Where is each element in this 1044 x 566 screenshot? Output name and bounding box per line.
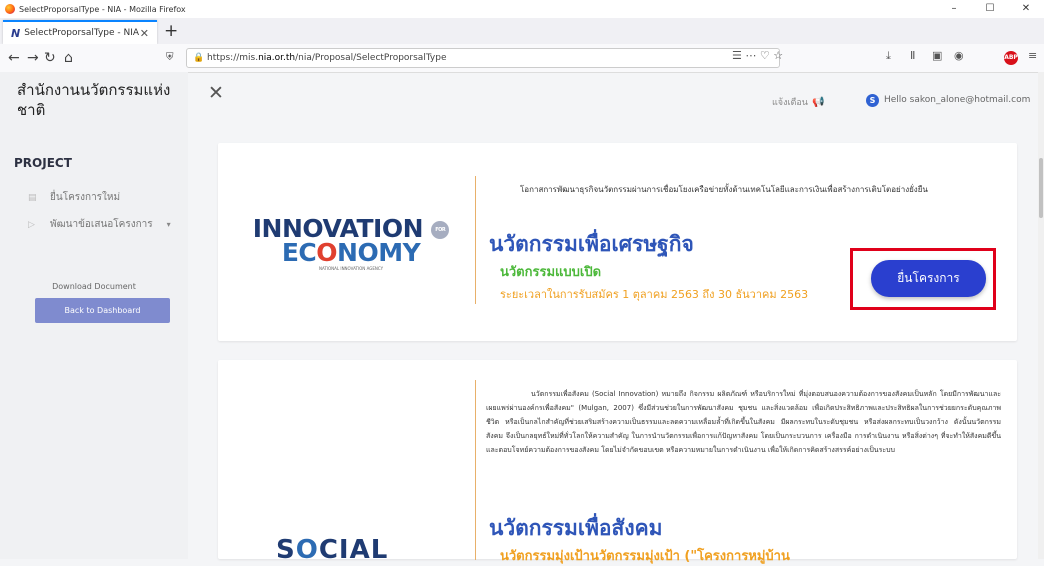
proposal-card-economy: INNOVATION FOR ECONOMY NATIONAL INNOVATI… xyxy=(218,143,1017,341)
divider xyxy=(475,176,476,304)
highlight-box xyxy=(850,248,996,310)
avatar[interactable]: S xyxy=(866,94,879,107)
logo-word-cial: CIAL xyxy=(318,535,389,565)
tab-selectproposaltype[interactable]: N SelectProporsalType - NIA ✕ xyxy=(3,20,157,44)
logo-letter-o: O xyxy=(295,535,319,565)
window-controls: – ☐ ✕ xyxy=(936,0,1044,18)
sidebar-item-label: พัฒนาข้อเสนอโครงการ xyxy=(50,219,153,230)
card-title: นวัตกรรมเพื่อสังคม xyxy=(489,516,663,540)
section-project: PROJECT xyxy=(14,156,72,170)
close-icon[interactable]: ✕ xyxy=(208,82,224,104)
document-icon: ▤ xyxy=(28,192,37,203)
divider xyxy=(475,380,476,560)
navigation-bar: ← → ↻ ⌂ ⛨ 🔒 https://mis.nia.or.th/nia/Pr… xyxy=(0,44,1044,73)
page-actions-icons[interactable]: ☰ ⋯ ♡ ☆ xyxy=(732,49,783,62)
url-path: /nia/Proposal/SelectProporsalType xyxy=(295,53,447,63)
notification-link[interactable]: แจ้งเตือน 📢 xyxy=(772,95,824,109)
tab-bar: N SelectProporsalType - NIA ✕ + xyxy=(0,18,1044,44)
window-title: SelectProporsalType - NIA - Mozilla Fire… xyxy=(19,4,186,14)
card-title: นวัตกรรมเพื่อเศรษฐกิจ xyxy=(489,232,694,256)
lock-icon: 🔒 xyxy=(193,53,205,63)
tab-close-icon[interactable]: ✕ xyxy=(140,27,149,40)
tab-title: SelectProporsalType - NIA xyxy=(24,28,140,38)
card-subtitle: นวัตกรรมมุ่งเป้านวัตกรรมมุ่งเป้า ("โครงก… xyxy=(500,549,790,564)
application-period: ระยะเวลาในการรับสมัคร 1 ตุลาคม 2563 ถึง … xyxy=(500,288,809,301)
adblock-icon[interactable]: ABP xyxy=(1004,51,1018,65)
sidebar-item-new-project[interactable]: ▤ ยื่นโครงการใหม่ xyxy=(28,190,120,205)
back-to-dashboard-button[interactable]: Back to Dashboard xyxy=(35,298,170,323)
sidebar-item-label: ยื่นโครงการใหม่ xyxy=(50,192,121,203)
window-titlebar: SelectProporsalType - NIA - Mozilla Fire… xyxy=(0,0,1044,18)
logo-word-nomy: NOMY xyxy=(337,238,421,267)
account-icon[interactable]: ◉ xyxy=(954,49,964,62)
url-bar[interactable]: 🔒 https://mis.nia.or.th/nia/Proposal/Sel… xyxy=(186,48,780,68)
org-name: สำนักงานนวัตกรรมแห่งชาติ xyxy=(17,81,171,119)
folder-icon: ▷ xyxy=(28,219,35,230)
home-button[interactable]: ⌂ xyxy=(64,49,73,67)
notification-label: แจ้งเตือน xyxy=(772,98,808,108)
sidebar-icon[interactable]: ▣ xyxy=(932,49,942,62)
logo-agency: NATIONAL INNOVATION AGENCY xyxy=(318,266,384,271)
download-document-link[interactable]: Download Document xyxy=(0,282,188,291)
logo-word-ec: EC xyxy=(281,238,317,267)
social-logo: SOCIAL xyxy=(276,535,388,565)
logo-letter-s: S xyxy=(276,535,296,565)
shield-icon: ⛨ xyxy=(166,52,174,63)
megaphone-icon: 📢 xyxy=(811,97,825,108)
close-window-button[interactable]: ✕ xyxy=(1008,0,1044,18)
user-greeting[interactable]: Hello sakon_alone@hotmail.com xyxy=(884,95,1030,105)
logo-o-bulb: O xyxy=(316,238,338,267)
url-prefix: https://mis. xyxy=(207,53,259,63)
page-scrollbar[interactable] xyxy=(1038,72,1044,559)
logo-for-badge: FOR xyxy=(431,221,450,239)
proposal-card-social: นวัตกรรมเพื่อสังคม (Social Innovation) ห… xyxy=(218,360,1017,565)
reload-button[interactable]: ↻ xyxy=(44,49,56,67)
innovation-economy-logo: INNOVATION FOR ECONOMY NATIONAL INNOVATI… xyxy=(240,216,462,271)
sidebar-item-develop-proposal[interactable]: ▷ พัฒนาข้อเสนอโครงการ ▾ xyxy=(28,217,171,232)
chevron-down-icon: ▾ xyxy=(166,220,171,229)
maximize-button[interactable]: ☐ xyxy=(972,0,1008,18)
menu-icon[interactable]: ≡ xyxy=(1028,49,1037,62)
firefox-icon xyxy=(5,4,15,14)
nia-favicon-icon: N xyxy=(11,26,21,40)
sidebar: สำนักงานนวัตกรรมแห่งชาติ PROJECT ▤ ยื่นโ… xyxy=(0,72,188,559)
back-button[interactable]: ← xyxy=(8,49,20,67)
library-icon[interactable]: Ⅱ xyxy=(910,49,915,62)
new-tab-button[interactable]: + xyxy=(164,21,178,41)
card-description: โอกาสการพัฒนาธุรกิจนวัตกรรมผ่านการเชื่อม… xyxy=(520,185,928,194)
card-subtitle: นวัตกรรมแบบเปิด xyxy=(500,265,602,280)
card-description: นวัตกรรมเพื่อสังคม (Social Innovation) ห… xyxy=(486,390,1001,454)
scrollbar-thumb[interactable] xyxy=(1039,158,1043,218)
forward-button[interactable]: → xyxy=(27,49,39,67)
minimize-button[interactable]: – xyxy=(936,0,972,18)
download-icon[interactable]: ⤓ xyxy=(886,49,891,63)
url-domain: nia.or.th xyxy=(258,53,296,63)
